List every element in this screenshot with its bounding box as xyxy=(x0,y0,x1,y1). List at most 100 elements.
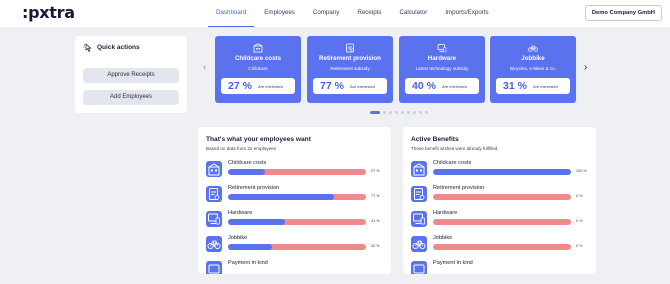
carousel-dot[interactable] xyxy=(419,111,422,114)
carousel-dot[interactable] xyxy=(389,111,392,114)
card-subtitle: Retirement subsidy xyxy=(330,66,370,71)
benefit-card-jobbike[interactable]: Jobbike Bicycles, e-bikes & co. 31 % Are… xyxy=(490,36,576,103)
benefit-row-label: Payment in kind xyxy=(433,260,473,266)
benefit-row-label: Hardware xyxy=(433,210,458,216)
benefit-row-label: Childcare costs xyxy=(433,160,472,166)
bike-icon xyxy=(206,236,222,252)
carousel-dot[interactable] xyxy=(395,111,398,114)
retirement-icon xyxy=(411,186,427,202)
benefit-progress-bar xyxy=(433,194,571,200)
benefit-row: Jobbike 32 % xyxy=(206,235,386,257)
benefit-progress-fill xyxy=(433,169,571,175)
benefit-row-label: Hardware xyxy=(228,210,253,216)
bike-icon xyxy=(528,45,538,52)
card-percent: 77 % xyxy=(320,80,344,92)
carousel-dot[interactable] xyxy=(401,111,404,114)
active-benefits-panel: Active Benefits These benefit wishes wer… xyxy=(403,127,596,274)
card-stat-box: 31 % Are interested xyxy=(496,78,570,94)
panel-title: That's what your employees want xyxy=(206,136,311,143)
card-title: Hardware xyxy=(427,55,457,62)
add-employees-button[interactable]: Add Employees xyxy=(83,90,179,105)
hardware-icon xyxy=(411,211,427,227)
benefit-row-label: Retirement provision xyxy=(433,185,485,191)
benefit-row: Retirement provision 0 % xyxy=(411,185,591,207)
benefit-percent: 77 % xyxy=(371,193,380,198)
benefit-row: Payment in kind xyxy=(206,260,386,274)
benefit-row-label: Payment in kind xyxy=(228,260,268,266)
payment-icon xyxy=(411,261,427,274)
carousel-prev-icon[interactable]: ‹ xyxy=(203,62,206,73)
payment-icon xyxy=(206,261,222,274)
benefit-progress-bar xyxy=(228,244,366,250)
carousel-dot[interactable] xyxy=(425,111,428,114)
benefit-progress-bar xyxy=(228,219,366,225)
card-percent: 31 % xyxy=(503,80,527,92)
carousel-next-icon[interactable]: › xyxy=(584,62,587,73)
carousel-pagination xyxy=(370,111,431,114)
hardware-icon xyxy=(437,44,447,53)
panel-title: Active Benefits xyxy=(411,136,459,143)
childcare-icon xyxy=(253,43,263,53)
benefit-row: Jobbike 0 % xyxy=(411,235,591,257)
card-interested-label: Are interested xyxy=(350,83,375,89)
card-subtitle: Latest technology subsidy xyxy=(415,66,469,71)
card-subtitle: Bicycles, e-bikes & co. xyxy=(510,66,556,71)
benefit-percent: 0 % xyxy=(576,243,583,248)
retirement-icon xyxy=(346,43,354,53)
panel-subtitle: These benefit wishes were already fulfil… xyxy=(411,146,498,151)
benefit-percent: 0 % xyxy=(576,193,583,198)
nav-receipts[interactable]: Receipts xyxy=(349,0,389,27)
panel-subtitle: Based on data from 22 employees xyxy=(206,146,276,151)
childcare-icon xyxy=(411,161,427,177)
benefit-progress-bar xyxy=(433,244,571,250)
nav-imports-exports[interactable]: Imports/Exports xyxy=(437,0,496,27)
benefit-percent: 100 % xyxy=(576,168,587,173)
card-percent: 40 % xyxy=(412,80,436,92)
carousel-dot[interactable] xyxy=(383,111,386,114)
benefit-card-childcare[interactable]: Childcare costs Childcare 27 % Are inter… xyxy=(215,36,301,103)
card-interested-label: Are interested xyxy=(442,83,467,89)
benefit-percent: 41 % xyxy=(371,218,380,223)
company-switcher-button[interactable]: Demo Company GmbH xyxy=(584,5,662,21)
nav-employees[interactable]: Employees xyxy=(256,0,303,27)
card-title: Childcare costs xyxy=(234,55,282,62)
card-stat-box: 77 % Are interested xyxy=(313,78,387,94)
quick-actions-title: Quick actions xyxy=(97,44,140,51)
benefit-progress-bar xyxy=(228,169,366,175)
card-interested-label: Are interested xyxy=(258,83,283,89)
benefit-row: Payment in kind xyxy=(411,260,591,274)
quick-actions-panel: Quick actions Approve Receipts Add Emplo… xyxy=(75,36,187,113)
card-interested-label: Are interested xyxy=(533,83,558,89)
benefit-row-label: Jobbike xyxy=(433,235,453,241)
benefit-progress-bar xyxy=(228,194,366,200)
benefit-progress-fill xyxy=(228,169,266,175)
benefit-row: Retirement provision 77 % xyxy=(206,185,386,207)
benefit-card-hardware[interactable]: Hardware Latest technology subsidy 40 % … xyxy=(399,36,485,103)
nav-company[interactable]: Company xyxy=(305,0,347,27)
childcare-icon xyxy=(206,161,222,177)
employee-wishes-panel: That's what your employees want Based on… xyxy=(198,127,391,274)
main-nav: Dashboard Employees Company Receipts Cal… xyxy=(208,0,499,27)
approve-receipts-button[interactable]: Approve Receipts xyxy=(83,68,179,83)
nav-dashboard[interactable]: Dashboard xyxy=(208,0,255,27)
benefit-row: Childcare costs 100 % xyxy=(411,160,591,182)
benefit-progress-fill xyxy=(228,244,273,250)
hardware-icon xyxy=(206,211,222,227)
nav-calculator[interactable]: Calculator xyxy=(391,0,435,27)
benefit-percent: 27 % xyxy=(371,168,380,173)
card-title: Jobbike xyxy=(521,55,545,62)
carousel-dot[interactable] xyxy=(370,111,380,114)
card-subtitle: Childcare xyxy=(248,66,268,71)
retirement-icon xyxy=(206,186,222,202)
top-header: :pxtra Dashboard Employees Company Recei… xyxy=(0,0,670,27)
benefit-progress-bar xyxy=(433,219,571,225)
pxtra-logo[interactable]: :pxtra xyxy=(22,3,75,22)
benefit-row: Childcare costs 27 % xyxy=(206,160,386,182)
benefit-card-retirement[interactable]: Retirement provision Retirement subsidy … xyxy=(307,36,393,103)
carousel-dot[interactable] xyxy=(407,111,410,114)
carousel-dot[interactable] xyxy=(413,111,416,114)
bike-icon xyxy=(411,236,427,252)
benefit-row-label: Childcare costs xyxy=(228,160,267,166)
card-title: Retirement provision xyxy=(319,55,381,62)
quick-actions-icon xyxy=(83,43,92,52)
